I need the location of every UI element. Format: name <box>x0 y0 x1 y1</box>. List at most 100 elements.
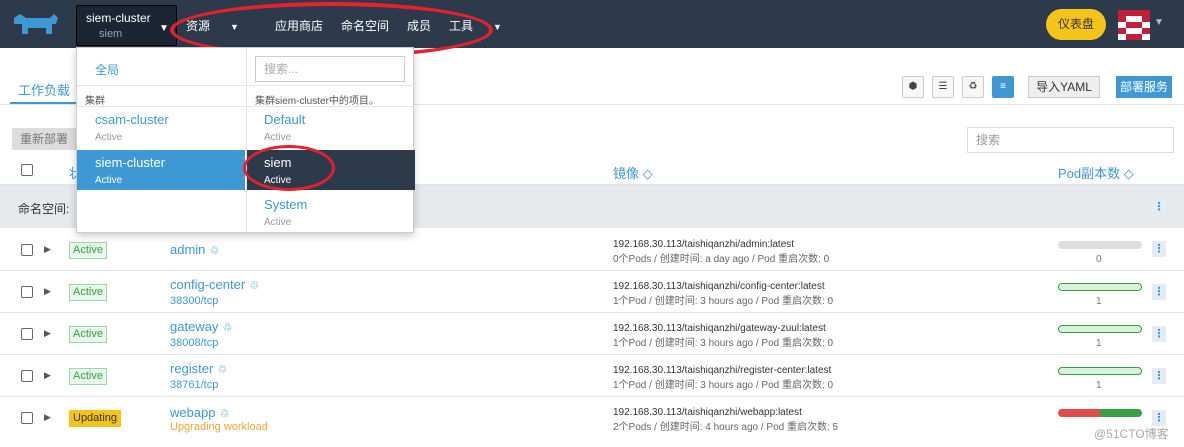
status-badge: Active <box>69 242 107 259</box>
workload-port[interactable]: 38300/tcp <box>170 295 218 307</box>
kebab-menu-icon[interactable]: ⋮ <box>1152 199 1166 215</box>
projects-heading: 集群siem-cluster中的项目。 <box>255 96 379 107</box>
cluster-project-switcher[interactable]: siem-cluster siem ▼ <box>76 5 177 46</box>
pod-bar-running <box>1100 409 1142 417</box>
chevron-down-icon[interactable]: ▼ <box>1154 17 1164 28</box>
row-checkbox[interactable] <box>21 244 33 256</box>
import-yaml-button[interactable]: 导入YAML <box>1028 76 1100 98</box>
status-badge: Updating <box>69 410 122 427</box>
project-state: Active <box>264 217 292 228</box>
workload-port[interactable]: 38761/tcp <box>170 379 218 391</box>
list-view-icon[interactable]: ☰ <box>932 76 954 98</box>
search-input[interactable]: 搜索 <box>967 127 1174 153</box>
workload-meta: 1个Pod / 创建时间: 3 hours ago / Pod 重启次数: 0 <box>613 296 834 307</box>
image-name: 192.168.30.113/taishiqanzhi/gateway-zuul… <box>613 323 826 334</box>
expand-icon[interactable]: ▶ <box>44 412 51 423</box>
cluster-item-csam[interactable]: csam-cluster <box>95 112 169 127</box>
group-view-icon[interactable]: ♻ <box>962 76 984 98</box>
pod-bar <box>1058 367 1142 375</box>
cluster-state: Active <box>95 132 123 143</box>
rancher-logo-icon[interactable] <box>10 10 62 38</box>
avatar[interactable] <box>1118 10 1150 40</box>
workload-meta: 1个Pod / 创建时间: 3 hours ago / Pod 重启次数: 0 <box>613 380 834 391</box>
row-divider <box>0 312 1184 313</box>
node-view-icon[interactable]: ⬢ <box>902 76 924 98</box>
watermark: @51CTO博客 <box>1094 427 1169 441</box>
pod-count: 0 <box>1096 254 1102 265</box>
workload-meta: 0个Pods / 创建时间: a day ago / Pod 重启次数: 0 <box>613 254 830 265</box>
expand-icon[interactable]: ▶ <box>44 286 51 297</box>
project-state: Active <box>264 132 292 143</box>
kebab-menu-icon[interactable]: ⋮ <box>1152 284 1166 300</box>
cluster-name: siem-cluster <box>95 155 166 170</box>
image-name: 192.168.30.113/taishiqanzhi/config-cente… <box>613 281 825 292</box>
workload-port[interactable]: 38008/tcp <box>170 337 218 349</box>
cluster-project-dropdown: 全局 集群 csam-cluster Active siem-cluster A… <box>76 47 415 233</box>
pod-count: 1 <box>1096 296 1102 307</box>
pod-count: 1 <box>1096 380 1102 391</box>
workload-icon: ♲ <box>219 408 230 420</box>
workload-icon: ♲ <box>217 364 228 376</box>
namespace-label: 命名空间: <box>18 202 70 216</box>
project-list: 搜索... 集群siem-cluster中的项目。 Default Active… <box>246 48 415 232</box>
chevron-down-icon: ▼ <box>159 23 169 34</box>
status-badge: Active <box>69 368 107 385</box>
expand-icon[interactable]: ▶ <box>44 328 51 339</box>
kebab-menu-icon[interactable]: ⋮ <box>1152 326 1166 342</box>
kebab-menu-icon[interactable]: ⋮ <box>1152 241 1166 257</box>
cluster-name: siem-cluster <box>86 11 151 25</box>
workload-status-detail: Upgrading workload <box>170 421 268 433</box>
expand-icon[interactable]: ▶ <box>44 370 51 381</box>
pod-bar <box>1058 241 1142 249</box>
cluster-list: 全局 集群 csam-cluster Active siem-cluster A… <box>77 48 246 232</box>
chevron-down-icon: ▼ <box>493 22 502 32</box>
tab-active-indicator <box>10 102 78 104</box>
row-checkbox[interactable] <box>21 412 33 424</box>
annotation-circle <box>243 145 335 191</box>
divider <box>77 85 245 86</box>
kebab-menu-icon[interactable]: ⋮ <box>1152 368 1166 384</box>
expand-icon[interactable]: ▶ <box>44 244 51 255</box>
workload-icon: ♲ <box>209 245 220 257</box>
project-item-default[interactable]: Default <box>264 112 305 127</box>
global-option[interactable]: 全局 <box>95 61 119 78</box>
deploy-button[interactable]: 部署服务 <box>1116 76 1172 98</box>
workload-meta: 1个Pod / 创建时间: 3 hours ago / Pod 重启次数: 0 <box>613 338 834 349</box>
image-name: 192.168.30.113/taishiqanzhi/admin:latest <box>613 239 795 250</box>
project-search-input[interactable]: 搜索... <box>255 56 405 82</box>
divider <box>247 106 415 107</box>
row-checkbox[interactable] <box>21 328 33 340</box>
status-badge: Active <box>69 284 107 301</box>
row-divider <box>0 270 1184 271</box>
workload-name[interactable]: webapp ♲ <box>170 405 229 420</box>
row-checkbox[interactable] <box>21 370 33 382</box>
project-item-system[interactable]: System <box>264 197 307 212</box>
image-name: 192.168.30.113/taishiqanzhi/register-cen… <box>613 365 832 376</box>
row-checkbox[interactable] <box>21 286 33 298</box>
pod-bar <box>1058 283 1142 291</box>
column-image[interactable]: 镜像 ◇ <box>613 163 653 182</box>
workload-name[interactable]: register ♲ <box>170 361 227 376</box>
divider <box>77 106 245 107</box>
workload-name[interactable]: config-center ♲ <box>170 277 259 292</box>
workload-name[interactable]: admin ♲ <box>170 242 219 257</box>
workload-meta: 2个Pods / 创建时间: 4 hours ago / Pod 重启次数: 5 <box>613 422 839 433</box>
pod-count: 1 <box>1096 338 1102 349</box>
row-divider <box>0 396 1184 397</box>
tree-view-icon[interactable]: ≡ <box>992 76 1014 98</box>
cluster-state: Active <box>95 175 123 186</box>
pod-bar-failed <box>1058 409 1100 417</box>
kebab-menu-icon[interactable]: ⋮ <box>1152 410 1166 426</box>
redeploy-button[interactable]: 重新部署 <box>12 128 82 150</box>
project-name: siem <box>99 28 123 40</box>
tab-workloads[interactable]: 工作负载 <box>18 80 70 99</box>
select-all-checkbox[interactable] <box>21 164 33 176</box>
workload-name[interactable]: gateway ♲ <box>170 319 232 334</box>
workload-icon: ♲ <box>222 322 233 334</box>
column-pods[interactable]: Pod副本数 ◇ <box>1058 163 1134 182</box>
image-name: 192.168.30.113/taishiqanzhi/webapp:lates… <box>613 407 802 418</box>
clusters-heading: 集群 <box>85 96 105 107</box>
dashboard-button[interactable]: 仪表盘 <box>1046 9 1106 40</box>
status-badge: Active <box>69 326 107 343</box>
divider <box>247 85 415 86</box>
